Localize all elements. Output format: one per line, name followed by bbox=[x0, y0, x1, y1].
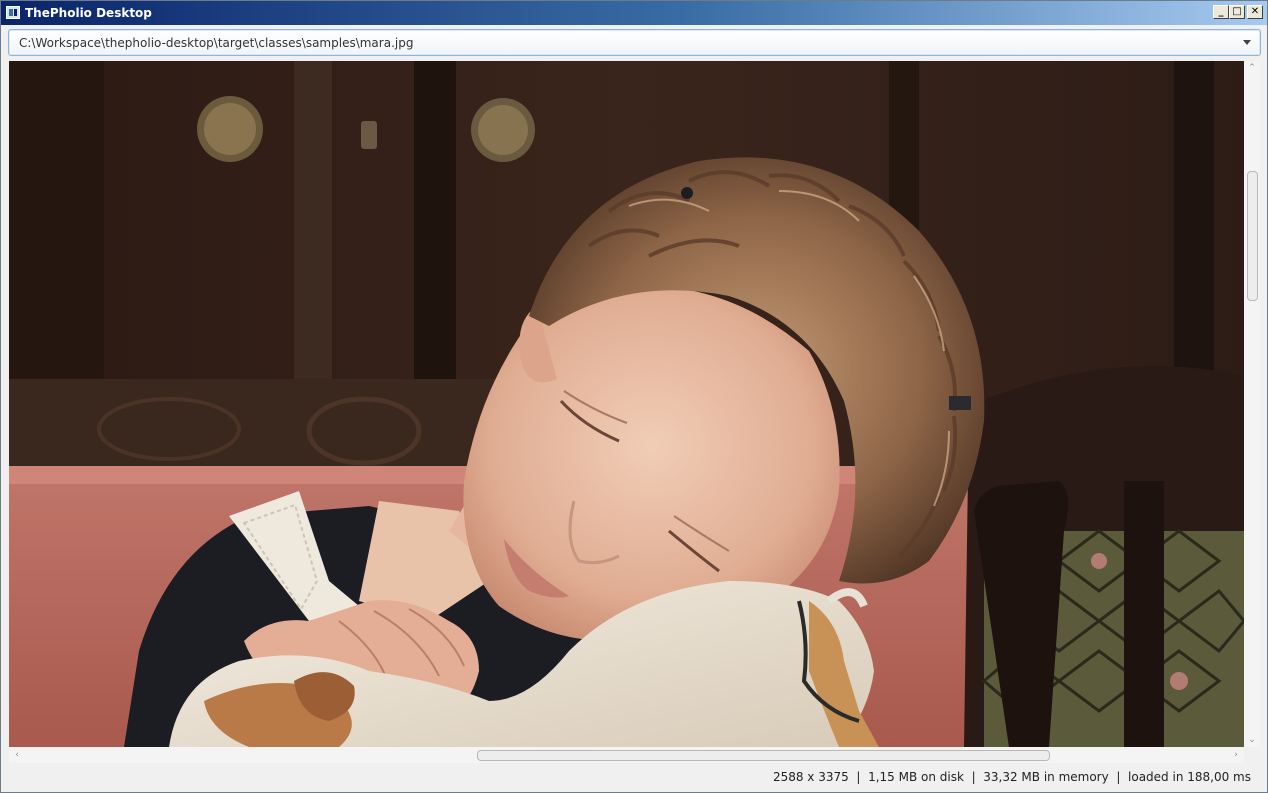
app-icon bbox=[6, 6, 20, 19]
chevron-down-icon[interactable] bbox=[1243, 40, 1251, 45]
window-title: ThePholio Desktop bbox=[25, 6, 152, 20]
status-bar: 2588 x 3375 | 1,15 MB on disk | 33,32 MB… bbox=[1, 763, 1267, 792]
status-separator: | bbox=[1108, 770, 1129, 784]
image-viewport[interactable] bbox=[9, 61, 1244, 747]
close-button[interactable]: ✕ bbox=[1247, 5, 1263, 19]
status-separator: | bbox=[848, 770, 869, 784]
image-dimensions: 2588 x 3375 bbox=[772, 770, 849, 784]
status-info: 2588 x 3375 | 1,15 MB on disk | 33,32 MB… bbox=[773, 770, 1251, 784]
scroll-left-icon[interactable]: ‹ bbox=[12, 750, 22, 760]
scroll-right-icon[interactable]: › bbox=[1231, 750, 1241, 760]
scroll-down-icon[interactable]: ⌄ bbox=[1244, 735, 1260, 745]
file-path-combo[interactable]: C:\Workspace\thepholio-desktop\target\cl… bbox=[8, 29, 1261, 56]
app-window: ThePholio Desktop _ □ ✕ C:\Workspace\the… bbox=[0, 0, 1268, 793]
maximize-button[interactable]: □ bbox=[1229, 5, 1245, 19]
scroll-corner bbox=[1244, 747, 1260, 763]
load-time: loaded in 188,00 ms bbox=[1128, 770, 1251, 784]
vertical-scrollbar[interactable]: ⌃ ⌄ bbox=[1244, 61, 1260, 747]
memory-size: 33,32 MB in memory bbox=[983, 770, 1109, 784]
file-path-value: C:\Workspace\thepholio-desktop\target\cl… bbox=[19, 36, 414, 50]
title-bar[interactable]: ThePholio Desktop _ □ ✕ bbox=[1, 1, 1267, 25]
horizontal-scroll-thumb[interactable] bbox=[477, 750, 1050, 761]
scroll-up-icon[interactable]: ⌃ bbox=[1244, 63, 1260, 73]
vertical-scroll-thumb[interactable] bbox=[1247, 171, 1258, 301]
status-separator: | bbox=[963, 770, 984, 784]
minimize-button[interactable]: _ bbox=[1213, 5, 1229, 19]
horizontal-scrollbar[interactable]: ‹ › bbox=[9, 747, 1244, 763]
disk-size: 1,15 MB on disk bbox=[868, 770, 964, 784]
photo bbox=[9, 61, 1244, 747]
